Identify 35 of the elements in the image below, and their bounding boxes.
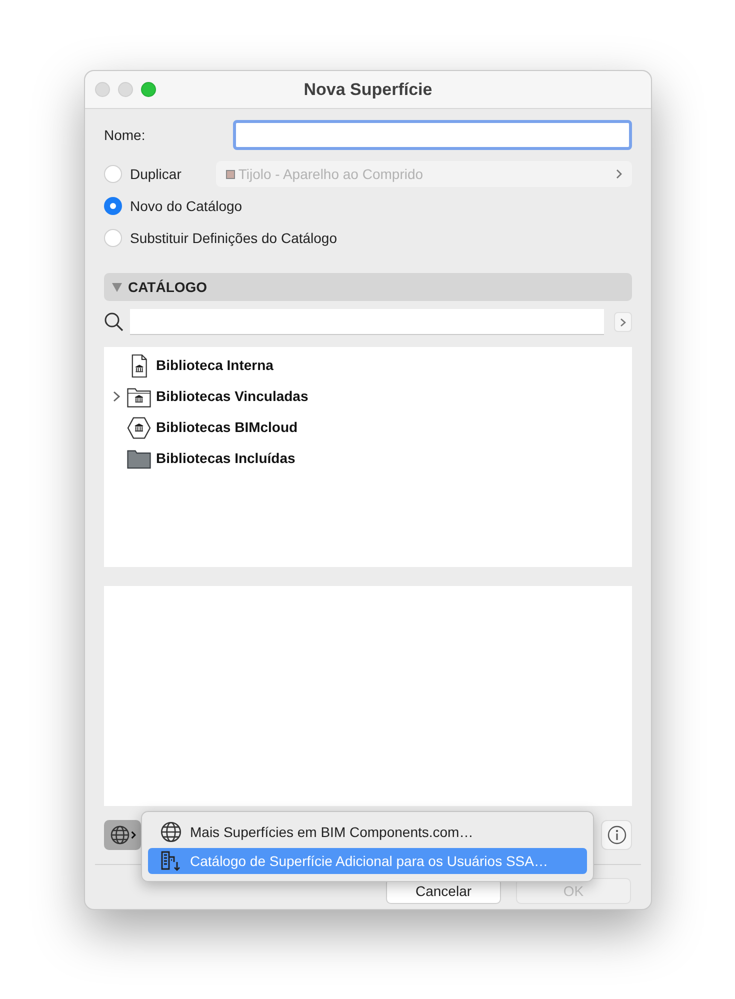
menu-item[interactable]: Mais Superfícies em BIM Components.com… <box>148 819 587 845</box>
search-icon <box>104 312 124 332</box>
radio-label[interactable]: Substituir Definições do Catálogo <box>130 228 338 248</box>
section-title: CATÁLOGO <box>128 278 208 296</box>
zoom-button[interactable] <box>141 82 156 97</box>
building-download-icon <box>160 850 182 872</box>
radio-button[interactable] <box>104 197 122 215</box>
close-button[interactable] <box>95 82 110 97</box>
info-button[interactable] <box>601 820 632 850</box>
tree-item[interactable]: Bibliotecas BIMcloud <box>156 417 298 438</box>
globe-menu-button[interactable] <box>104 820 141 850</box>
chevron-right-icon <box>616 169 622 179</box>
radio-button[interactable] <box>104 229 122 247</box>
next-button[interactable] <box>614 312 632 332</box>
chevron-right-icon <box>130 830 136 838</box>
window-title: Nova Superfície <box>304 78 432 101</box>
info-icon <box>606 824 626 844</box>
tree-item[interactable]: Bibliotecas Vinculadas <box>156 386 308 407</box>
folder-icon <box>127 386 151 408</box>
minimize-button[interactable] <box>118 82 133 97</box>
radio-label[interactable]: Novo do Catálogo <box>130 196 242 216</box>
tree-item[interactable]: Biblioteca Interna <box>156 355 274 376</box>
folder-icon <box>127 448 151 468</box>
hexagon-icon <box>127 416 151 438</box>
field-label: Nome: <box>104 126 146 144</box>
radio-button[interactable] <box>104 165 122 183</box>
globe-icon <box>110 824 130 844</box>
globe-icon <box>160 821 182 843</box>
chevron-right-icon[interactable] <box>112 391 120 402</box>
search-field[interactable] <box>130 309 604 335</box>
name-input[interactable] <box>233 120 632 150</box>
chevron-right-icon <box>620 318 626 326</box>
tree-item[interactable]: Bibliotecas Incluídas <box>156 448 296 469</box>
section-header[interactable]: CATÁLOGO <box>104 273 632 301</box>
radio-label[interactable]: Duplicar <box>130 164 182 184</box>
